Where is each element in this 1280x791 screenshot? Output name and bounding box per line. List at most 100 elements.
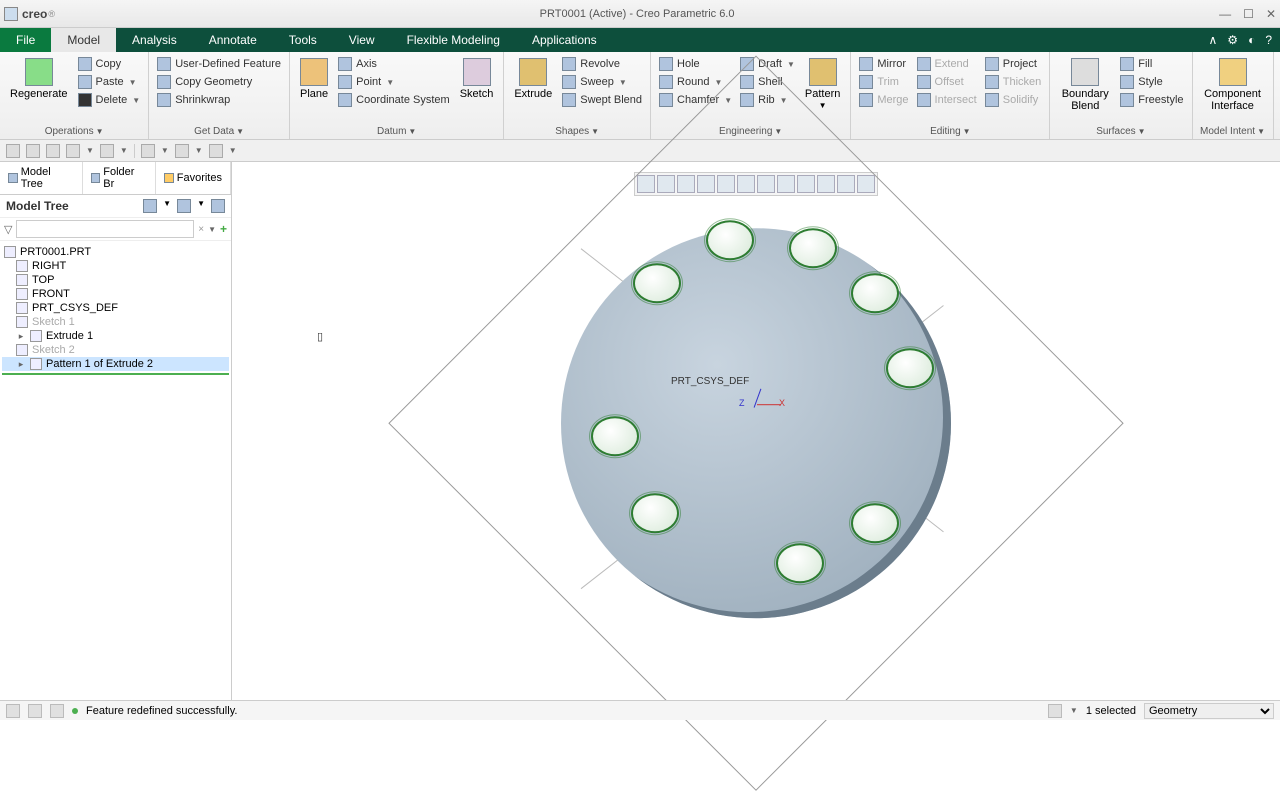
windows-icon[interactable] (175, 144, 189, 158)
solidify-button[interactable]: Solidify (983, 92, 1044, 108)
menu-file[interactable]: File (0, 28, 51, 52)
x-axis-label: X (779, 398, 785, 408)
thicken-button[interactable]: Thicken (983, 74, 1044, 90)
intersect-button[interactable]: Intersect (915, 92, 979, 108)
maximize-button[interactable]: ☐ (1243, 7, 1254, 21)
status-tool3-icon[interactable] (50, 704, 64, 718)
tree-search-input[interactable] (16, 220, 194, 238)
style-button[interactable]: Style (1118, 74, 1185, 90)
component-interface-icon (1219, 58, 1247, 86)
menu-tools[interactable]: Tools (273, 28, 333, 52)
swept-blend-button[interactable]: Swept Blend (560, 92, 644, 108)
trim-button[interactable]: Trim (857, 74, 910, 90)
selection-filter-icon[interactable] (1048, 704, 1062, 718)
plane-button[interactable]: Plane (296, 56, 332, 102)
menu-view[interactable]: View (333, 28, 391, 52)
point-button[interactable]: Point▼ (336, 74, 452, 90)
editing-group-label: Editing▼ (857, 124, 1043, 137)
paste-button[interactable]: Paste▼ (76, 74, 143, 90)
paste-icon (78, 75, 92, 89)
fill-button[interactable]: Fill (1118, 56, 1185, 72)
menu-applications[interactable]: Applications (516, 28, 613, 52)
sketch-button[interactable]: Sketch (456, 56, 498, 102)
redo-icon[interactable] (100, 144, 114, 158)
tree-insert-indicator[interactable] (2, 373, 229, 375)
help-icon[interactable]: ? (1265, 33, 1272, 47)
tab-favorites[interactable]: Favorites (156, 162, 231, 194)
tree-item[interactable]: ▸Extrude 1 (2, 329, 229, 343)
extrude-button[interactable]: Extrude (510, 56, 556, 102)
selection-count: 1 selected (1086, 705, 1136, 717)
extend-button[interactable]: Extend (915, 56, 979, 72)
titlebar: creo ® PRT0001 (Active) - Creo Parametri… (0, 0, 1280, 28)
regen-icon[interactable] (141, 144, 155, 158)
project-button[interactable]: Project (983, 56, 1044, 72)
menu-annotate[interactable]: Annotate (193, 28, 273, 52)
tree-item[interactable]: FRONT (2, 287, 229, 301)
tree-item-selected[interactable]: ▸Pattern 1 of Extrude 2 (2, 357, 229, 371)
project-icon (985, 57, 999, 71)
tree-item[interactable]: Sketch 1 (2, 315, 229, 329)
tree-item[interactable]: TOP (2, 273, 229, 287)
operations-group-label: Operations▼ (6, 124, 142, 137)
ribbon: Regenerate Copy Paste▼ Delete▼ Operation… (0, 52, 1280, 140)
merge-button[interactable]: Merge (857, 92, 910, 108)
delete-button[interactable]: Delete▼ (76, 92, 143, 108)
tab-folder-browser[interactable]: Folder Br (83, 162, 156, 194)
collapse-ribbon-icon[interactable]: ∧ (1209, 33, 1218, 47)
undo-icon[interactable] (66, 144, 80, 158)
expand-icon[interactable]: ▸ (16, 331, 26, 342)
hole-button[interactable]: Hole (657, 56, 734, 72)
theme-icon[interactable]: ◐ (1248, 33, 1255, 47)
sweep-button[interactable]: Sweep▼ (560, 74, 644, 90)
new-icon[interactable] (6, 144, 20, 158)
shrinkwrap-button[interactable]: Shrinkwrap (155, 92, 283, 108)
part-icon (4, 246, 16, 258)
open-icon[interactable] (26, 144, 40, 158)
clear-search-icon[interactable]: × (198, 224, 204, 235)
offset-button[interactable]: Offset (915, 74, 979, 90)
pattern-tree-icon (30, 358, 42, 370)
tree-show-icon[interactable] (177, 199, 191, 213)
tree-item[interactable]: RIGHT (2, 259, 229, 273)
udf-button[interactable]: User-Defined Feature (155, 56, 283, 72)
menu-flexible[interactable]: Flexible Modeling (391, 28, 516, 52)
copy-geometry-button[interactable]: Copy Geometry (155, 74, 283, 90)
settings-icon[interactable]: ⚙ (1227, 33, 1238, 47)
pattern-button[interactable]: Pattern▼ (801, 56, 844, 113)
hole-icon (659, 57, 673, 71)
boundary-blend-button[interactable]: Boundary Blend (1056, 56, 1114, 114)
minimize-button[interactable]: — (1219, 7, 1231, 21)
model-tree-title: Model Tree (6, 199, 69, 213)
menu-model[interactable]: Model (51, 28, 116, 52)
regenerate-button[interactable]: Regenerate (6, 56, 72, 102)
tree-item[interactable]: PRT_CSYS_DEF (2, 301, 229, 315)
expand-icon[interactable]: ▸ (16, 359, 26, 370)
menu-analysis[interactable]: Analysis (116, 28, 193, 52)
filter-funnel-icon[interactable]: ▽ (4, 223, 12, 236)
revolve-button[interactable]: Revolve (560, 56, 644, 72)
tree-settings-icon[interactable] (211, 199, 225, 213)
selection-filter-dropdown[interactable]: Geometry (1144, 703, 1274, 719)
component-interface-button[interactable]: Component Interface (1199, 56, 1267, 114)
pattern-hole (631, 493, 679, 533)
menubar: File Model Analysis Annotate Tools View … (0, 28, 1280, 52)
merge-icon (859, 93, 873, 107)
copy-button[interactable]: Copy (76, 56, 143, 72)
save-icon[interactable] (46, 144, 60, 158)
freestyle-button[interactable]: Freestyle (1118, 92, 1185, 108)
status-tool2-icon[interactable] (28, 704, 42, 718)
csys-label: PRT_CSYS_DEF (671, 376, 749, 387)
tree-root[interactable]: PRT0001.PRT (2, 245, 229, 259)
tree-filter-icon[interactable] (143, 199, 157, 213)
tree-item[interactable]: Sketch 2 (2, 343, 229, 357)
status-tool-icon[interactable] (6, 704, 20, 718)
graphics-canvas[interactable]: ▯ PRT_CSYS_DEF X Z InShOt (232, 162, 1280, 700)
axis-button[interactable]: Axis (336, 56, 452, 72)
close-win-icon[interactable] (209, 144, 223, 158)
csys-button[interactable]: Coordinate System (336, 92, 452, 108)
mirror-button[interactable]: Mirror (857, 56, 910, 72)
close-button[interactable]: ✕ (1266, 7, 1276, 21)
add-filter-icon[interactable]: + (220, 222, 227, 236)
tab-model-tree[interactable]: Model Tree (0, 162, 83, 194)
